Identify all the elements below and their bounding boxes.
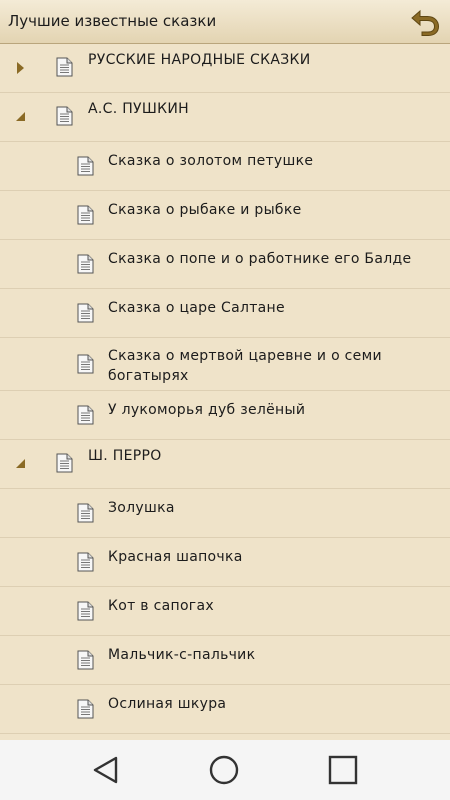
document-icon (56, 453, 73, 473)
document-icon (77, 601, 94, 621)
app-header: Лучшие известные сказки (0, 0, 450, 44)
document-icon (77, 156, 94, 176)
nav-recents-icon[interactable] (327, 754, 359, 786)
system-navbar (0, 740, 450, 800)
story-item[interactable]: Кот в сапогах (0, 587, 450, 636)
story-title: Сказка о золотом петушке (108, 153, 314, 169)
section-title: РУССКИЕ НАРОДНЫЕ СКАЗКИ (88, 52, 311, 68)
collapse-arrow-icon[interactable] (16, 459, 25, 468)
app-title: Лучшие известные сказки (8, 12, 217, 30)
story-item[interactable]: Сказка о золотом петушке (0, 142, 450, 191)
document-icon (77, 503, 94, 523)
story-title: Кот в сапогах (108, 598, 214, 614)
story-title: Сказка о мертвой царевне и о семи богаты… (108, 348, 382, 384)
tree-list: РУССКИЕ НАРОДНЫЕ СКАЗКИ А.С. ПУШКИН Сказка… (0, 44, 450, 740)
story-item[interactable]: Сказка о царе Салтане (0, 289, 450, 338)
collapse-arrow-icon[interactable] (16, 112, 25, 121)
story-title: Сказка о царе Салтане (108, 300, 285, 316)
back-arrow-icon[interactable] (408, 6, 442, 38)
document-icon (56, 106, 73, 126)
story-item[interactable]: Красная шапочка (0, 538, 450, 587)
expand-arrow-icon[interactable] (17, 62, 24, 74)
story-title: Сказка о попе и о работнике его Балде (108, 251, 412, 267)
document-icon (77, 650, 94, 670)
story-item[interactable]: Золушка (0, 489, 450, 538)
story-title: Мальчик-с-пальчик (108, 647, 256, 663)
story-item[interactable]: Сказка о рыбаке и рыбке (0, 191, 450, 240)
story-item[interactable]: Ослиная шкура (0, 685, 450, 734)
document-icon (77, 405, 94, 425)
story-title: У лукоморья дуб зелёный (108, 402, 306, 418)
section-title: А.С. ПУШКИН (88, 101, 189, 117)
document-icon (77, 205, 94, 225)
document-icon (77, 552, 94, 572)
story-title: Красная шапочка (108, 549, 243, 565)
story-title: Золушка (108, 500, 175, 516)
section-row[interactable]: А.С. ПУШКИН (0, 93, 450, 142)
story-title: Сказка о рыбаке и рыбке (108, 202, 302, 218)
section-row[interactable]: РУССКИЕ НАРОДНЫЕ СКАЗКИ (0, 44, 450, 93)
document-icon (77, 699, 94, 719)
story-item[interactable]: Сказка о мертвой царевне и о семи богаты… (0, 338, 450, 391)
story-item[interactable]: У лукоморья дуб зелёный (0, 391, 450, 440)
document-icon (77, 254, 94, 274)
story-title: Ослиная шкура (108, 696, 227, 712)
document-icon (77, 354, 94, 374)
document-icon (77, 303, 94, 323)
nav-back-icon[interactable] (90, 754, 122, 786)
section-row[interactable]: Ш. ПЕРРО (0, 440, 450, 489)
section-title: Ш. ПЕРРО (88, 448, 162, 464)
story-item[interactable]: Сказка о попе и о работнике его Балде (0, 240, 450, 289)
nav-home-icon[interactable] (208, 754, 240, 786)
story-item[interactable]: Мальчик-с-пальчик (0, 636, 450, 685)
document-icon (56, 57, 73, 77)
